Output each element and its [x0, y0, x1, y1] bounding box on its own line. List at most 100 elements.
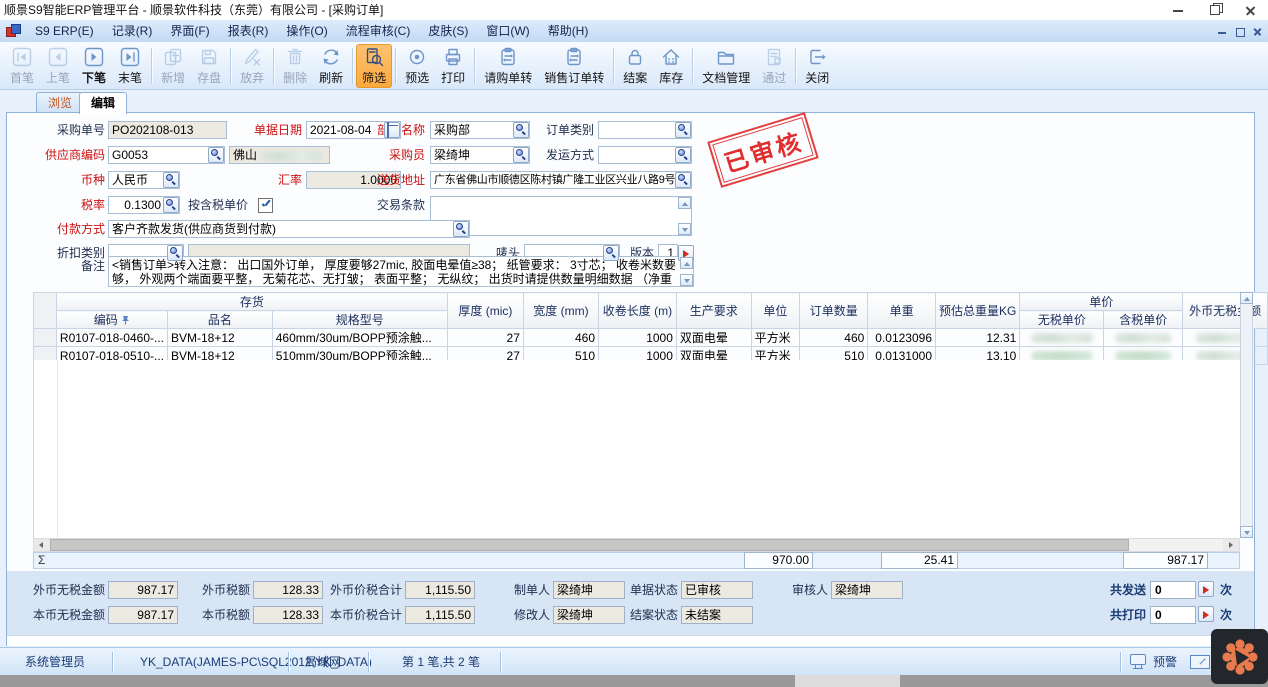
- recorder-widget[interactable]: [1211, 629, 1268, 684]
- cell-foreign-amount[interactable]: [1183, 329, 1268, 347]
- toolbar-salesorder-transfer-button[interactable]: 销售订单转: [538, 44, 610, 88]
- cell-length[interactable]: 1000: [599, 329, 677, 347]
- toolbar-refresh-button[interactable]: 刷新: [313, 44, 349, 88]
- toolbar-delete-button[interactable]: 删除: [277, 44, 313, 88]
- scroll-down-button[interactable]: [680, 274, 693, 286]
- toolbar-first-button[interactable]: 首笔: [4, 44, 40, 88]
- grid-vertical-scrollbar[interactable]: [1240, 292, 1253, 538]
- buyer-lookup-button[interactable]: [513, 147, 529, 163]
- toolbar-approve-button[interactable]: 通过: [756, 44, 792, 88]
- menu-record[interactable]: 记录(R): [103, 20, 162, 42]
- grid-horizontal-scrollbar[interactable]: [33, 538, 1240, 552]
- scrollbar-thumb[interactable]: [50, 539, 1129, 551]
- cell-name[interactable]: BVM-18+12: [168, 329, 273, 347]
- col-header-unit[interactable]: 单位: [751, 293, 800, 329]
- mail-icon[interactable]: [1190, 655, 1210, 669]
- dept-lookup-button[interactable]: [513, 122, 529, 138]
- group-header-inventory[interactable]: 存货: [56, 293, 447, 311]
- toolbar-preview-button[interactable]: 预选: [399, 44, 435, 88]
- status-alert[interactable]: 预警: [1153, 648, 1177, 676]
- cell-qty[interactable]: 460: [800, 329, 868, 347]
- toolbar-discard-button[interactable]: 放弃: [234, 44, 270, 88]
- col-header-unit-weight[interactable]: 单重: [868, 293, 936, 329]
- shipping-mark-lookup-button[interactable]: [603, 245, 619, 261]
- col-header-prod-req[interactable]: 生产要求: [676, 293, 751, 329]
- scroll-right-icon[interactable]: [1223, 539, 1239, 551]
- cell-thickness[interactable]: 27: [447, 329, 523, 347]
- tab-edit[interactable]: 编辑: [79, 92, 127, 114]
- cell-spec[interactable]: 460mm/30um/BOPP预涂触...: [272, 329, 447, 347]
- tax-included-checkbox[interactable]: [258, 198, 273, 213]
- cell-unit[interactable]: 平方米: [751, 329, 800, 347]
- scroll-up-button[interactable]: [680, 257, 693, 269]
- currency-lookup-button[interactable]: [163, 172, 179, 188]
- scroll-left-icon[interactable]: [34, 539, 50, 551]
- toolbar-prev-button[interactable]: 上笔: [40, 44, 76, 88]
- toolbar-close-window-button[interactable]: 关闭: [799, 44, 835, 88]
- menu-s9erp[interactable]: S9 ERP(E): [26, 20, 103, 42]
- group-header-price[interactable]: 单价: [1020, 293, 1183, 311]
- col-header-qty[interactable]: 订单数量: [800, 293, 868, 329]
- menu-skin[interactable]: 皮肤(S): [419, 20, 477, 42]
- row-selector[interactable]: [34, 329, 57, 347]
- toolbar-last-button[interactable]: 末笔: [112, 44, 148, 88]
- sent-count-spin-button[interactable]: [1198, 581, 1214, 597]
- print-count-spin-button[interactable]: [1198, 606, 1214, 622]
- menu-help[interactable]: 帮助(H): [539, 20, 598, 42]
- menu-operation[interactable]: 操作(O): [277, 20, 336, 42]
- toolbar-filter-button[interactable]: 筛选: [356, 44, 392, 88]
- supplier-lookup-button[interactable]: [208, 147, 224, 163]
- scroll-up-button[interactable]: [678, 197, 691, 209]
- ship-method-lookup-button[interactable]: [675, 147, 691, 163]
- menu-window[interactable]: 窗口(W): [477, 20, 538, 42]
- col-header-foreign-amount[interactable]: 外币无税金额: [1183, 293, 1268, 329]
- cell-prod-req[interactable]: 双面电晕: [676, 329, 751, 347]
- order-type-lookup-button[interactable]: [675, 122, 691, 138]
- payment-field[interactable]: 客户齐款发货(供应商货到付款): [108, 220, 470, 238]
- toolbar-print-button[interactable]: 打印: [435, 44, 471, 88]
- col-header-code[interactable]: 编码: [56, 311, 167, 329]
- scroll-up-button[interactable]: [1240, 292, 1253, 304]
- col-header-length[interactable]: 收卷长度 (m): [599, 293, 677, 329]
- delivery-address-lookup-button[interactable]: [675, 172, 691, 188]
- toolbar-save-button[interactable]: 存盘: [191, 44, 227, 88]
- cell-width[interactable]: 460: [523, 329, 598, 347]
- toolbar-inventory-button[interactable]: 库存: [653, 44, 689, 88]
- payment-lookup-button[interactable]: [453, 221, 469, 237]
- tab-browse[interactable]: 浏览: [36, 92, 84, 113]
- toolbar-documents-button[interactable]: 文档管理: [696, 44, 756, 88]
- toolbar-close-case-button[interactable]: 结案: [617, 44, 653, 88]
- cell-price-incl[interactable]: [1104, 329, 1183, 347]
- cell-unit-weight[interactable]: 0.0123096: [868, 329, 936, 347]
- col-header-spec[interactable]: 规格型号: [272, 311, 447, 329]
- close-button[interactable]: [1232, 0, 1268, 20]
- cell-est-weight[interactable]: 12.31: [936, 329, 1020, 347]
- menu-interface[interactable]: 界面(F): [161, 20, 218, 42]
- tax-rate-lookup-button[interactable]: [163, 197, 179, 213]
- discount-type-lookup-button[interactable]: [167, 245, 183, 261]
- cell-code[interactable]: R0107-018-0460-...: [56, 329, 167, 347]
- status-separator: [112, 652, 113, 672]
- col-header-price-incl[interactable]: 含税单价: [1104, 311, 1183, 329]
- calendar-button[interactable]: [384, 122, 400, 138]
- cell-price-excl[interactable]: [1020, 329, 1104, 347]
- menu-workflow[interactable]: 流程审核(C): [337, 20, 420, 42]
- toolbar-next-button[interactable]: 下笔: [76, 44, 112, 88]
- grid-empty-area[interactable]: [33, 360, 1242, 538]
- col-header-price-excl[interactable]: 无税单价: [1020, 311, 1104, 329]
- col-header-name[interactable]: 品名: [168, 311, 273, 329]
- col-header-est-weight[interactable]: 预估总重量KG: [936, 293, 1020, 329]
- toolbar-new-button[interactable]: 新增: [155, 44, 191, 88]
- total-qty: 970.00: [744, 552, 813, 569]
- toolbar-requisition-transfer-button[interactable]: 请购单转: [478, 44, 538, 88]
- restore-button[interactable]: [1196, 0, 1232, 20]
- col-header-width[interactable]: 宽度 (mm): [523, 293, 598, 329]
- foreign-total-label: 外币价税合计: [327, 581, 402, 599]
- detail-grid: 存货 厚度 (mic) 宽度 (mm) 收卷长度 (m) 生产要求 单位 订单数…: [33, 292, 1268, 365]
- delivery-address-field[interactable]: 广东省佛山市顺德区陈村镇广隆工业区兴业八路9号之一: [430, 171, 692, 189]
- minimize-button[interactable]: [1160, 0, 1196, 20]
- col-header-thickness[interactable]: 厚度 (mic): [447, 293, 523, 329]
- menu-report[interactable]: 报表(R): [219, 20, 278, 42]
- scroll-down-button[interactable]: [678, 223, 691, 235]
- scroll-down-button[interactable]: [1240, 526, 1253, 538]
